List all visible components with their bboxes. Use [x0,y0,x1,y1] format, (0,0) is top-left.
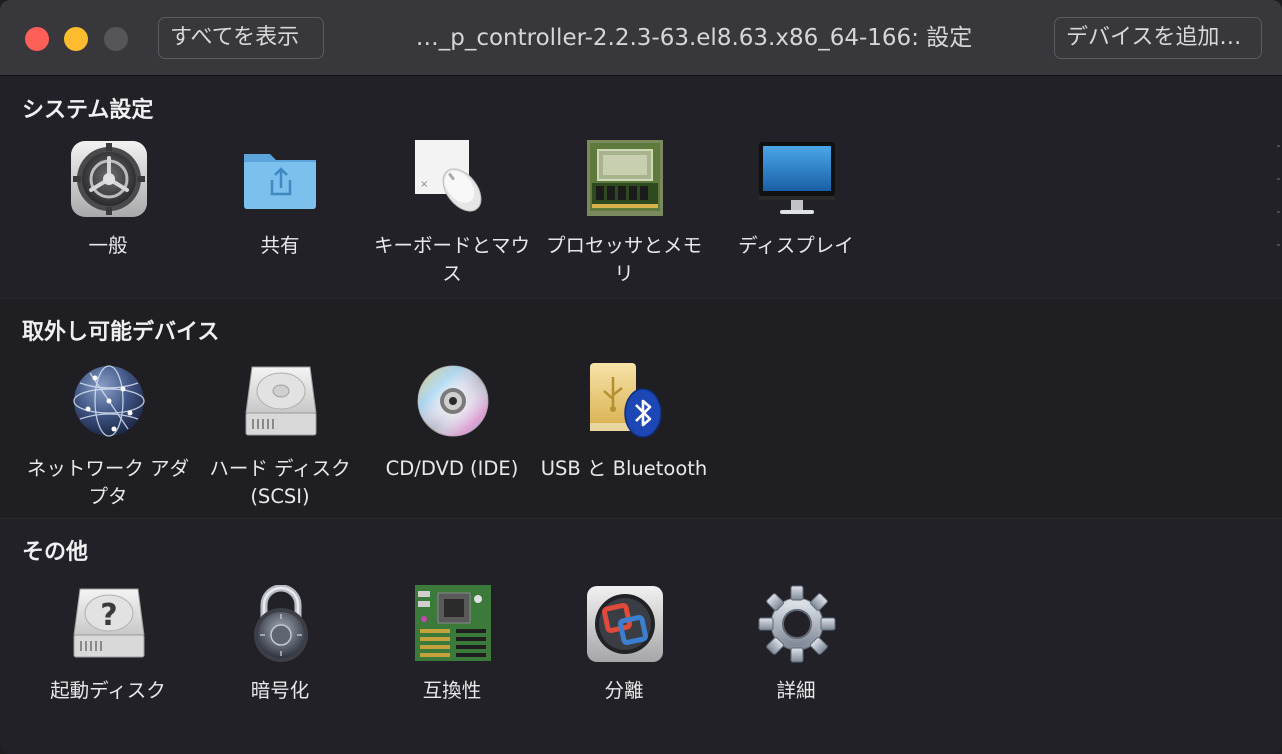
motherboard-icon [415,585,491,661]
window-title: …_p_controller-2.2.3-63.el8.63.x86_64-16… [415,25,973,51]
keyboard-mouse-icon: × [415,140,482,212]
network-globe-icon [73,365,145,437]
scroll-indicator [1277,244,1280,246]
padlock-icon [254,585,308,662]
scroll-indicator [1277,211,1280,213]
item-startup-disk[interactable]: ? 起動ディスク [22,585,194,705]
item-label: USB と Bluetooth [540,457,708,480]
item-label: 起動ディスク [50,679,166,702]
section-title: システム設定 [22,98,154,123]
gear-general-icon [71,141,147,217]
svg-text:?: ? [100,598,117,633]
minimize-window-button[interactable] [64,27,88,51]
item-advanced[interactable]: 詳細 [710,585,882,705]
settings-window: すべてを表示 …_p_controller-2.2.3-63.el8.63.x8… [0,0,1282,754]
isolation-icon [587,586,663,662]
zoom-window-button[interactable] [104,27,128,51]
section-removable-devices: 取外し可能デバイス ネットワーク アダプタ ハード ディスク (SCSI) CD… [0,299,1282,518]
item-label: CD/DVD (IDE) [385,457,519,480]
section-title: その他 [22,540,89,565]
scroll-indicator [1277,145,1280,147]
usb-bluetooth-icon [590,363,662,438]
processor-memory-icon [587,140,663,216]
item-keyboard-mouse[interactable]: × キーボードとマウス [366,140,538,290]
item-general[interactable]: 一般 [22,140,194,290]
add-device-button[interactable]: デバイスを追加… [1054,17,1262,59]
svg-text:×: × [420,179,428,190]
title-bar: すべてを表示 …_p_controller-2.2.3-63.el8.63.x8… [0,0,1282,76]
section-system-settings: システム設定 一般 共有 × キーボードとマウス プロセッサとメモリ ディスプレ… [0,77,1282,298]
item-display[interactable]: ディスプレイ [710,140,882,290]
shared-folder-icon [244,154,316,209]
item-label: プロセッサとメモリ [545,234,702,285]
item-label: 共有 [260,234,300,257]
item-label: ハード ディスク (SCSI) [209,457,351,508]
gear-advanced-icon [758,585,836,663]
section-title: 取外し可能デバイス [22,320,220,345]
item-usb-bluetooth[interactable]: USB と Bluetooth [538,363,710,511]
item-label: 詳細 [776,679,816,702]
close-window-button[interactable] [25,27,49,51]
item-network-adapter[interactable]: ネットワーク アダプタ [22,363,194,511]
hard-disk-icon [245,366,317,436]
item-label: 互換性 [422,679,482,702]
scroll-indicator [1277,178,1280,180]
item-hard-disk[interactable]: ハード ディスク (SCSI) [194,363,366,511]
item-compatibility[interactable]: 互換性 [366,585,538,705]
item-label: ディスプレイ [738,234,854,257]
item-label: 暗号化 [250,679,310,702]
display-icon [759,142,835,214]
item-cd-dvd[interactable]: CD/DVD (IDE) [366,363,538,511]
item-isolation[interactable]: 分離 [538,585,710,705]
item-encryption[interactable]: 暗号化 [194,585,366,705]
item-processor-memory[interactable]: プロセッサとメモリ [538,140,710,290]
item-label: 一般 [88,234,128,257]
show-all-button[interactable]: すべてを表示 [158,17,324,59]
startup-disk-icon: ? [73,588,145,658]
section-other: その他 ? 起動ディスク 暗号化 互換性 分離 詳細 [0,519,1282,754]
cd-dvd-icon [417,365,489,437]
item-label: キーボードとマウス [373,234,530,285]
item-sharing[interactable]: 共有 [194,140,366,290]
item-label: ネットワーク アダプタ [26,457,190,508]
item-label: 分離 [604,679,644,702]
